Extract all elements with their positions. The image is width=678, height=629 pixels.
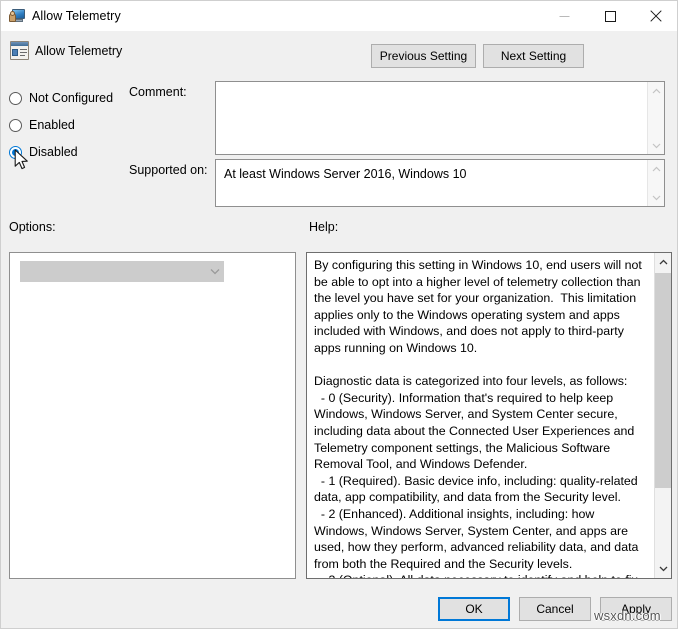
minimize-button[interactable] (541, 2, 587, 31)
setting-name: Allow Telemetry (35, 44, 123, 58)
chevron-down-icon (206, 268, 223, 275)
allow-telemetry-dialog: Allow Telemetry Allow Telemetry Previous… (0, 0, 678, 629)
help-scrollbar-thumb[interactable] (655, 273, 671, 488)
minimize-icon (559, 11, 570, 22)
cancel-button[interactable]: Cancel (519, 597, 591, 621)
radio-not-configured-mark (9, 91, 22, 105)
options-label: Options: (9, 220, 56, 234)
supported-on-label: Supported on: (129, 163, 208, 177)
help-scrollbar[interactable] (654, 253, 671, 578)
comment-scroll-down-icon[interactable] (648, 137, 664, 154)
window-title: Allow Telemetry (32, 9, 121, 23)
comment-scroll-up-icon[interactable] (648, 82, 664, 99)
radio-disabled-mark (9, 145, 22, 159)
help-text: By configuring this setting in Windows 1… (314, 258, 642, 578)
title-bar[interactable]: Allow Telemetry (1, 1, 677, 31)
help-panel[interactable]: By configuring this setting in Windows 1… (306, 252, 672, 579)
policy-computer-icon (9, 8, 25, 24)
next-setting-button[interactable]: Next Setting (483, 44, 584, 68)
help-scroll-down-icon[interactable] (655, 560, 671, 578)
ok-button[interactable]: OK (438, 597, 510, 621)
maximize-icon (604, 10, 616, 22)
radio-disabled-label: Disabled (29, 145, 78, 159)
previous-setting-button[interactable]: Previous Setting (371, 44, 476, 68)
radio-enabled[interactable]: Enabled (9, 116, 75, 134)
comment-label: Comment: (129, 85, 187, 99)
radio-enabled-mark (9, 118, 22, 132)
group-policy-setting-icon (10, 41, 29, 60)
supported-on-value: At least Windows Server 2016, Windows 10 (224, 167, 467, 181)
close-button[interactable] (633, 2, 677, 31)
supported-on-scroll-up-icon[interactable] (648, 160, 664, 177)
help-scroll-up-icon[interactable] (655, 253, 671, 271)
supported-on-scrollbar[interactable] (647, 160, 664, 206)
radio-disabled[interactable]: Disabled (9, 143, 78, 161)
radio-not-configured-label: Not Configured (29, 91, 114, 105)
radio-not-configured[interactable]: Not Configured (9, 89, 113, 107)
supported-on-field: At least Windows Server 2016, Windows 10 (215, 159, 665, 207)
comment-scrollbar[interactable] (647, 82, 664, 154)
options-panel (9, 252, 296, 579)
supported-on-scroll-down-icon[interactable] (648, 189, 664, 206)
help-label: Help: (309, 220, 339, 234)
radio-enabled-label: Enabled (29, 118, 75, 132)
watermark: wsxdn.com (594, 608, 661, 623)
telemetry-level-dropdown[interactable] (20, 261, 224, 282)
comment-field[interactable] (215, 81, 665, 155)
close-icon (650, 10, 662, 22)
maximize-button[interactable] (587, 2, 633, 31)
